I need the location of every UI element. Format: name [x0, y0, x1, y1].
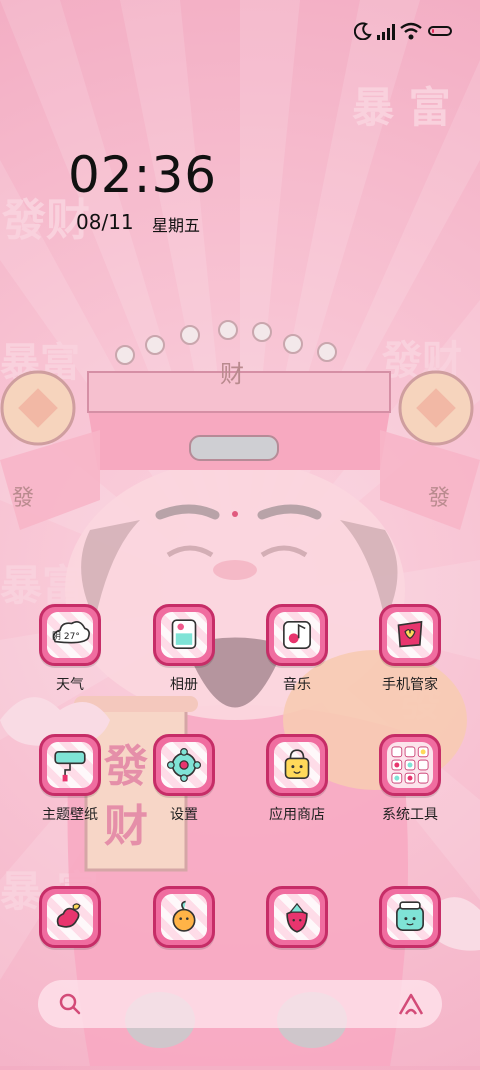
weather-icon: 阴 27° — [39, 604, 101, 666]
app-jar[interactable] — [366, 886, 454, 948]
clock-time[interactable]: 02:36 — [68, 146, 217, 204]
app-label: 设置 — [170, 807, 198, 823]
music-icon — [266, 604, 328, 666]
app-weather[interactable]: 阴 27° 天气 — [26, 604, 114, 694]
battery-icon — [428, 26, 452, 36]
jar-icon — [379, 886, 441, 948]
search-bar[interactable] — [38, 980, 442, 1028]
wifi-icon — [400, 22, 422, 40]
search-icon[interactable] — [58, 992, 82, 1016]
wallpaper-coin-char-3: 發 — [428, 486, 451, 511]
battery-level — [432, 29, 434, 33]
security-icon — [379, 604, 441, 666]
app-strawberry[interactable] — [253, 886, 341, 948]
app-music[interactable]: 音乐 — [253, 604, 341, 694]
app-themes[interactable]: 主题壁纸 — [26, 734, 114, 824]
weather-badge: 阴 27° — [52, 632, 80, 642]
app-label: 系统工具 — [382, 807, 438, 823]
moon-icon — [354, 22, 372, 40]
strawberry-icon — [266, 886, 328, 948]
app-label: 应用商店 — [269, 807, 325, 823]
gallery-icon — [153, 604, 215, 666]
tools-folder-icon — [379, 734, 441, 796]
signal-icon — [377, 24, 395, 40]
app-system-tools-folder[interactable]: 系统工具 — [366, 734, 454, 824]
sticker-icon — [39, 886, 101, 948]
app-label: 音乐 — [283, 677, 311, 693]
app-label: 手机管家 — [382, 677, 438, 693]
app-orange[interactable] — [140, 886, 228, 948]
clock-weekday: 星期五 — [152, 216, 201, 235]
app-label: 主题壁纸 — [42, 807, 98, 823]
wallpaper-coin-char-1: 财 — [220, 360, 244, 388]
orange-icon — [153, 886, 215, 948]
app-store[interactable]: 应用商店 — [253, 734, 341, 824]
assistant-icon[interactable] — [398, 992, 424, 1016]
app-label: 相册 — [170, 677, 198, 693]
clock-date: 08/11 — [76, 210, 134, 234]
app-settings[interactable]: 设置 — [140, 734, 228, 824]
app-security[interactable]: 手机管家 — [366, 604, 454, 694]
wallpaper-watermark-1: 暴 富 — [352, 83, 451, 132]
wallpaper-coin-char-2: 發 — [12, 486, 35, 511]
theme-icon — [39, 734, 101, 796]
app-gallery[interactable]: 相册 — [140, 604, 228, 694]
settings-icon — [153, 734, 215, 796]
app-stickers[interactable] — [26, 886, 114, 948]
app-label: 天气 — [56, 677, 84, 693]
app-store-icon — [266, 734, 328, 796]
status-bar — [0, 0, 480, 60]
